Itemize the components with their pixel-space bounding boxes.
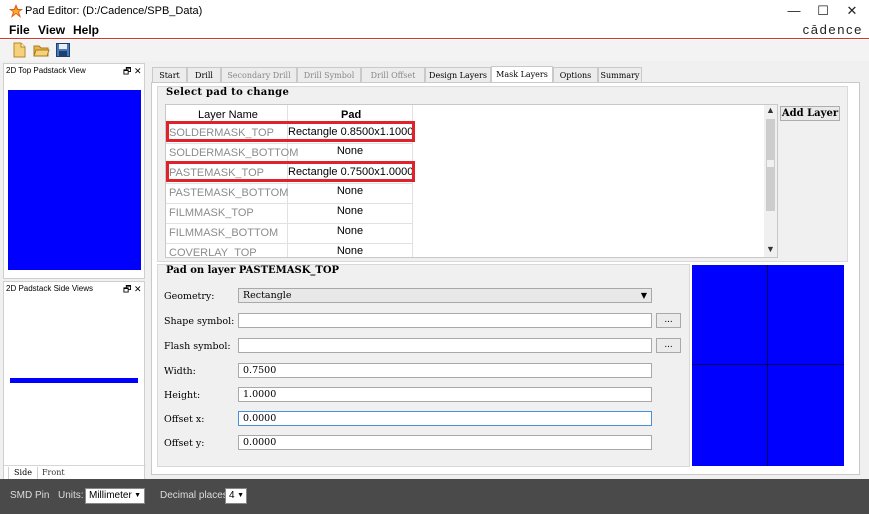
offset-x-input[interactable]: 0.0000	[238, 411, 652, 426]
table-row[interactable]: SOLDERMASK_TOP Rectangle 0.8500x1.1000	[166, 123, 413, 143]
cadence-logo: cādence	[802, 22, 863, 37]
layer-name-cell: PASTEMASK_BOTTOM	[169, 187, 289, 199]
side-view-title: 2D Padstack Side Views	[6, 284, 94, 293]
tab-drill-offset[interactable]: Drill Offset	[361, 67, 425, 83]
offset-y-label: Offset y:	[164, 438, 205, 449]
col-header-layer: Layer Name	[198, 109, 258, 121]
menu-file[interactable]: File	[9, 23, 30, 37]
width-label: Width:	[164, 366, 196, 377]
decimal-places-label: Decimal places:	[160, 490, 231, 501]
shape-symbol-browse-button[interactable]: ...	[656, 313, 681, 328]
open-folder-icon[interactable]	[33, 42, 50, 58]
layer-name-cell: PASTEMASK_TOP	[169, 167, 264, 179]
tab-options[interactable]: Options	[553, 67, 598, 83]
tab-summary[interactable]: Summary	[598, 67, 642, 83]
tab-start[interactable]: Start	[152, 67, 187, 83]
window-title: Pad Editor: (D:/Cadence/SPB_Data)	[25, 5, 203, 17]
col-header-pad: Pad	[341, 109, 362, 121]
close-button[interactable]: ✕	[837, 2, 867, 20]
dock-float-close-icon[interactable]: 🗗 ✕	[123, 64, 142, 80]
table-row[interactable]: FILMMASK_TOP None	[166, 203, 413, 223]
layer-name-cell: SOLDERMASK_TOP	[169, 127, 274, 139]
layer-name-cell: FILMMASK_TOP	[169, 207, 254, 219]
table-row[interactable]: PASTEMASK_TOP Rectangle 0.7500x1.0000	[166, 163, 413, 183]
menu-view[interactable]: View	[38, 23, 65, 37]
maximize-button[interactable]: ☐	[808, 2, 838, 20]
flash-symbol-browse-button[interactable]: ...	[656, 338, 681, 353]
pad-on-layer-heading: Pad on layer PASTEMASK_TOP	[166, 265, 340, 276]
pad-cell: None	[336, 145, 364, 157]
pad-cell: Rectangle 0.8500x1.1000	[288, 126, 414, 138]
height-input[interactable]: 1.0000	[238, 387, 652, 402]
units-label: Units:	[58, 490, 84, 501]
height-label: Height:	[164, 390, 201, 401]
tab-drill-symbol[interactable]: Drill Symbol	[297, 67, 361, 83]
pad-cell: None	[336, 205, 364, 217]
layer-name-cell: COVERLAY_TOP	[169, 247, 257, 258]
tab-design-layers[interactable]: Design Layers	[425, 67, 491, 83]
menu-help[interactable]: Help	[73, 23, 99, 37]
pad-cell: None	[336, 225, 364, 237]
flash-symbol-input[interactable]	[238, 338, 652, 353]
offset-y-input[interactable]: 0.0000	[238, 435, 652, 450]
geometry-label: Geometry:	[164, 291, 215, 302]
save-icon[interactable]	[55, 42, 72, 58]
top-padstack-view-panel: 2D Top Padstack View 🗗 ✕	[3, 63, 145, 279]
chevron-down-icon: ▼	[134, 492, 141, 499]
layer-name-cell: FILMMASK_BOTTOM	[169, 227, 279, 239]
tab-drill[interactable]: Drill	[187, 67, 221, 83]
add-layer-button[interactable]: Add Layer	[780, 106, 840, 121]
dock-float-close-icon-2[interactable]: 🗗 ✕	[123, 282, 142, 298]
menu-bar: File View Help cādence	[0, 22, 869, 39]
tab-front[interactable]: Front	[42, 467, 65, 478]
scroll-up-icon[interactable]: ▲	[766, 105, 775, 115]
side-padstack-view-panel: 2D Padstack Side Views 🗗 ✕ Side Front	[3, 281, 146, 480]
side-view-pad-line	[10, 378, 138, 383]
flash-symbol-label: Flash symbol:	[164, 341, 231, 352]
decimal-places-select[interactable]: 4 ▼	[225, 488, 247, 504]
pad-table: Layer Name Pad SOLDERMASK_TOP Rectangle …	[165, 104, 778, 258]
minimize-button[interactable]: —	[779, 2, 809, 20]
tab-mask-layers[interactable]: Mask Layers	[491, 66, 553, 83]
top-view-title: 2D Top Padstack View	[6, 66, 86, 75]
tab-secondary-drill[interactable]: Secondary Drill	[221, 67, 297, 83]
top-view-pad-shape	[8, 90, 141, 270]
status-bar: SMD Pin Units: Millimeter ▼ Decimal plac…	[0, 479, 869, 514]
table-row[interactable]: SOLDERMASK_BOTTOM None	[166, 143, 413, 163]
title-bar: Pad Editor: (D:/Cadence/SPB_Data) — ☐ ✕	[0, 0, 869, 22]
table-row[interactable]: COVERLAY_TOP None	[166, 243, 413, 258]
units-select[interactable]: Millimeter ▼	[85, 488, 145, 504]
chevron-down-icon: ▼	[237, 492, 244, 499]
pad-type-text: SMD Pin	[10, 490, 50, 501]
geometry-select[interactable]: Rectangle ▼	[238, 288, 652, 303]
table-scrollbar[interactable]: ▲ ▼	[764, 105, 777, 257]
pad-cell: None	[336, 185, 364, 197]
table-row[interactable]: PASTEMASK_BOTTOM None	[166, 183, 413, 203]
pad-cell: Rectangle 0.7500x1.0000	[288, 166, 414, 178]
offset-x-label: Offset x:	[164, 414, 205, 425]
pad-cell: None	[336, 245, 364, 257]
width-input[interactable]: 0.7500	[238, 363, 652, 378]
scroll-down-icon[interactable]: ▼	[766, 244, 775, 254]
layer-name-cell: SOLDERMASK_BOTTOM	[169, 147, 299, 159]
select-pad-heading: Select pad to change	[166, 87, 290, 98]
new-file-icon[interactable]	[11, 42, 28, 58]
shape-symbol-label: Shape symbol:	[164, 316, 235, 327]
shape-symbol-input[interactable]	[238, 313, 652, 328]
toolbar	[0, 40, 869, 61]
pad-preview	[692, 265, 844, 466]
table-row[interactable]: FILMMASK_BOTTOM None	[166, 223, 413, 243]
chevron-down-icon: ▼	[640, 291, 647, 300]
app-logo-icon	[9, 4, 23, 18]
